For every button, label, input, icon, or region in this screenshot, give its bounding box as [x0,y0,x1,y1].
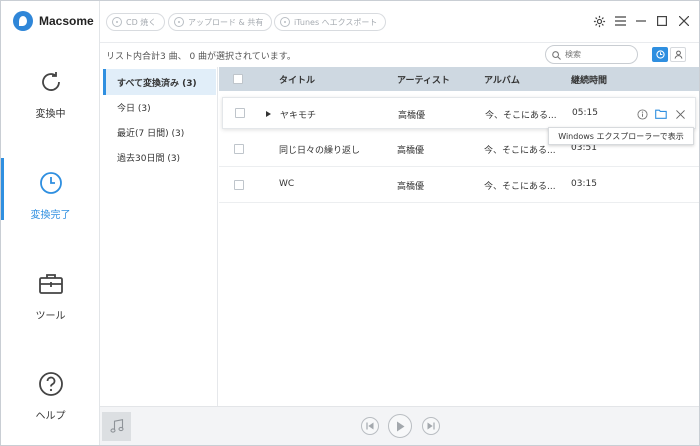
row-checkbox[interactable] [234,144,244,154]
search-icon [552,45,561,64]
play-icon [397,421,405,431]
cell-album: 今、そこにある... [484,182,556,192]
cell-artist: 高橋優 [397,182,425,192]
nav-label: 変換中 [35,109,66,120]
row-checkbox[interactable] [235,108,245,118]
play-button[interactable] [388,414,412,438]
logo-icon [13,11,33,31]
cell-duration: 05:15 [572,108,598,118]
cell-title: WC [279,179,295,189]
filter-last-30-days[interactable]: 過去30日間 (3) [103,144,216,170]
top-toolbar: CD 焼く アップロード & 共有 iTunes へエクスポート [100,1,699,43]
user-view-button[interactable] [670,47,686,62]
column-artist[interactable]: アーティスト [397,73,450,86]
help-icon [36,369,66,399]
cell-artist: 高橋優 [397,146,425,156]
skip-back-icon [366,422,374,430]
clock-icon [36,168,66,198]
sidebar: Macsome 変換中 変換完了 ツール ヘルプ [1,1,100,445]
column-album[interactable]: アルバム [484,73,520,86]
cell-album: 今、そこにある... [484,146,556,156]
previous-button[interactable] [361,417,379,435]
delete-icon[interactable] [674,108,686,120]
skip-forward-icon [427,422,435,430]
upload-icon [174,17,184,27]
app-logo: Macsome [13,11,94,31]
nav-item-converting[interactable]: 変換中 [1,67,100,137]
album-art [102,412,131,441]
info-bar: リスト内合計3 曲、 0 曲が選択されています。 [100,43,699,67]
close-icon[interactable] [676,13,692,29]
filter-today[interactable]: 今日 (3) [103,94,216,120]
info-icon[interactable] [636,108,648,120]
nav-item-help[interactable]: ヘルプ [1,369,100,439]
tooltip: Windows エクスプローラーで表示 [548,127,694,145]
nav-item-tools[interactable]: ツール [1,269,100,339]
history-view-button[interactable] [652,47,668,62]
cell-duration: 03:15 [571,179,597,189]
column-title[interactable]: タイトル [279,73,315,86]
itunes-export-button[interactable]: iTunes へエクスポート [274,13,387,31]
minimize-icon[interactable] [633,13,649,29]
nav-item-converted[interactable]: 変換完了 [1,158,100,238]
clock-icon [655,50,665,59]
disc-icon [112,17,122,27]
app-name: Macsome [39,14,94,28]
toolbox-icon [36,269,66,299]
search-box[interactable] [545,45,638,64]
column-duration[interactable]: 継続時間 [571,73,607,86]
cell-album: 今、そこにある... [485,111,557,121]
nav-label: 変換完了 [30,210,71,221]
refresh-icon [36,67,66,97]
row-checkbox[interactable] [234,180,244,190]
cell-title: 同じ日々の繰り返し [279,146,361,156]
user-icon [674,50,682,59]
burn-cd-button[interactable]: CD 焼く [106,13,166,31]
selection-summary: リスト内合計3 曲、 0 曲が選択されています。 [106,52,296,62]
music-note-icon [109,419,124,433]
nav-label: ヘルプ [35,411,66,422]
filter-all-converted[interactable]: すべて変換済み (3) [103,69,216,95]
table-row[interactable]: ヤキモチ 高橋優 今、そこにある... 05:15 [222,97,696,129]
select-all-checkbox[interactable] [233,74,243,84]
next-button[interactable] [422,417,440,435]
maximize-icon[interactable] [654,13,670,29]
nav-label: ツール [35,311,66,322]
search-input[interactable] [565,50,631,59]
track-table: タイトル アーティスト アルバム 継続時間 ヤキモチ 高橋優 今、そこにある..… [219,67,699,406]
folder-icon[interactable] [655,108,667,120]
table-row[interactable]: WC 高橋優 今、そこにある... 03:15 [219,167,699,203]
player-bar [100,406,699,445]
menu-icon[interactable] [612,13,628,29]
filter-panel: すべて変換済み (3) 今日 (3) 最近(7 日間) (3) 過去30日間 (… [100,67,218,406]
table-header: タイトル アーティスト アルバム 継続時間 [219,67,699,91]
filter-last-7-days[interactable]: 最近(7 日間) (3) [103,119,216,145]
upload-share-button[interactable]: アップロード & 共有 [168,13,273,31]
music-icon [280,17,290,27]
cell-title: ヤキモチ [280,111,317,121]
app-window: Macsome 変換中 変換完了 ツール ヘルプ CD 焼く アップロード & … [0,0,700,446]
gear-icon[interactable] [591,13,607,29]
cell-artist: 高橋優 [398,111,426,121]
play-icon[interactable] [266,111,271,117]
